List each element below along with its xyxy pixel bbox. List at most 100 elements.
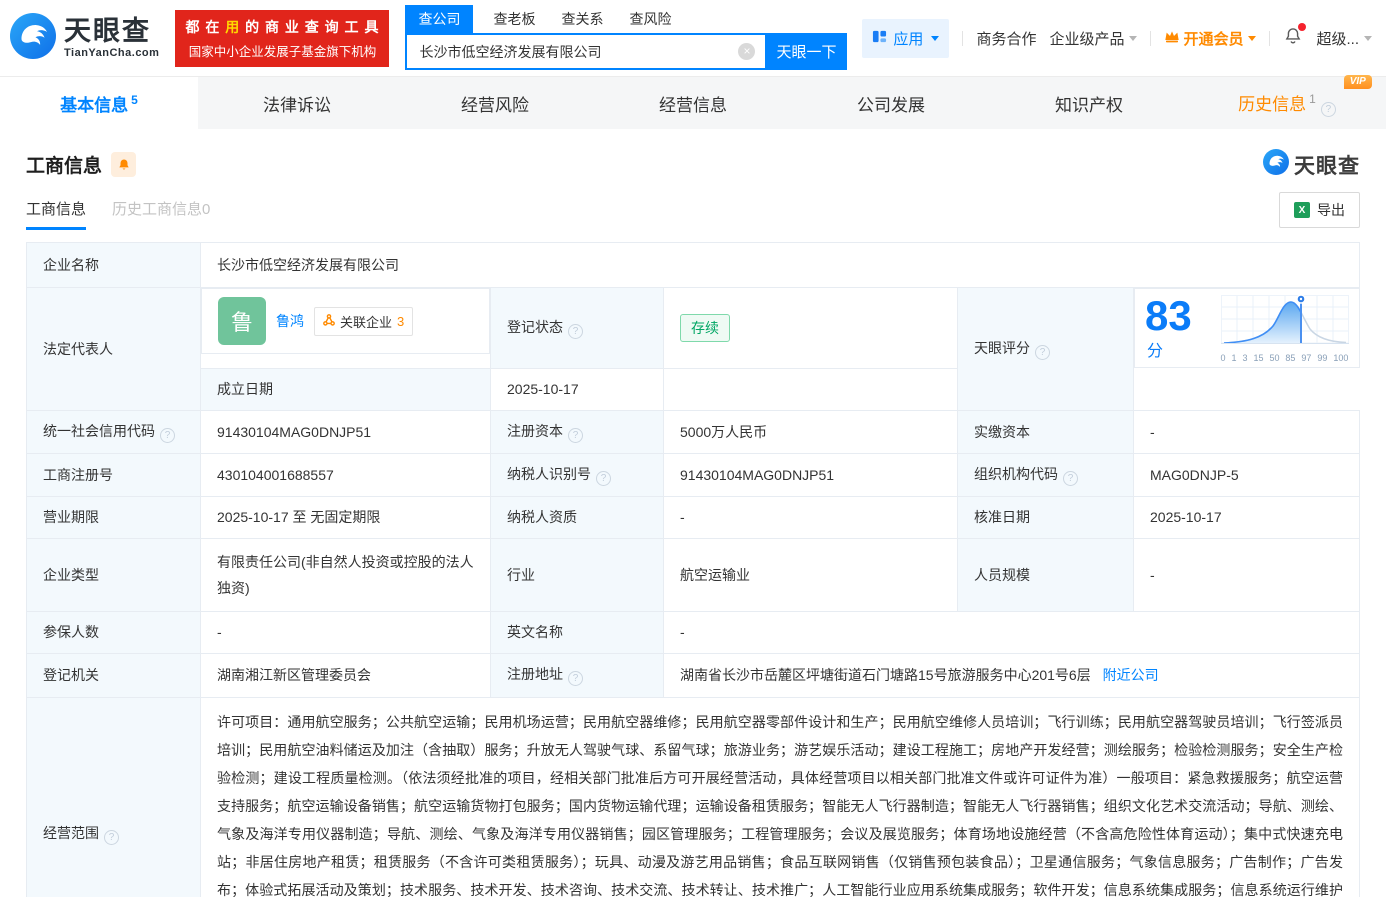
table-row: 企业类型 有限责任公司(非自然人投资或控股的法人独资) 行业 航空运输业 人员规… [26,537,1360,612]
company-name-value: 长沙市低空经济发展有限公司 [200,242,1360,288]
field-label: 纳税人资质 [490,495,664,539]
network-icon [323,313,335,329]
logo-domain: TianYanCha.com [64,46,160,59]
table-row: 法定代表人 鲁 鲁鸿 关联企业 3 登记状态? 存续 天眼评分? 83分 0 1… [26,287,1360,411]
credit-code-value: 91430104MAG0DNJP51 [200,409,491,454]
notification-dot [1298,23,1307,31]
tab-intellectual-property[interactable]: 知识产权 [990,77,1188,129]
help-icon[interactable]: ? [568,427,583,443]
tab-business-info[interactable]: 经营信息 [594,77,792,129]
logo-title: 天眼查 [64,15,151,46]
subtab-history-registration[interactable]: 历史工商信息0 [112,198,210,230]
vip-badge: VIP [1343,74,1372,89]
tab-operating-risk[interactable]: 经营风险 [396,77,594,129]
avatar[interactable]: 鲁 [218,297,266,345]
legal-rep-cell: 鲁 鲁鸿 关联企业 3 [201,288,490,354]
nav-enterprise[interactable]: 企业级产品 [1049,28,1138,49]
help-icon[interactable]: ? [596,470,611,486]
field-label: 企业类型 [26,537,201,612]
tianyancha-wave-icon [1263,149,1289,180]
nearby-companies-link[interactable]: 附近公司 [1103,667,1159,683]
field-label: 企业名称 [26,242,201,288]
reg-address-value: 湖南省长沙市岳麓区坪塘街道石门塘路15号旅游服务中心201号6层 [680,667,1091,683]
help-icon[interactable]: ? [104,829,119,845]
search-input[interactable] [405,33,766,70]
tab-legal-lawsuits[interactable]: 法律诉讼 [198,77,396,129]
search-tab-company[interactable]: 查公司 [405,5,474,33]
help-icon[interactable]: ? [1035,344,1050,360]
help-icon[interactable]: ? [160,427,175,443]
staff-size-value: - [1133,537,1360,612]
help-icon[interactable]: ? [568,671,583,686]
reg-number-value: 430104001688557 [200,452,491,497]
top-header: 天眼查 TianYanCha.com 都 在 用 的 商 业 查 询 工 具 国… [0,0,1386,76]
search-tab-relation[interactable]: 查关系 [561,5,603,33]
help-icon[interactable]: ? [1063,470,1078,486]
field-label: 核准日期 [957,495,1134,539]
search-area: 查公司 查老板 查关系 查风险 × 天眼一下 [405,5,848,70]
excel-icon: X [1294,202,1310,218]
promo-line1: 都 在 用 的 商 业 查 询 工 具 [185,18,380,35]
reg-address-cell: 湖南省长沙市岳麓区坪塘街道石门塘路15号旅游服务中心201号6层 附近公司 [663,652,1360,698]
score-axis-labels: 0 1 3 15 50 85 97 99 100 [1220,353,1349,363]
tab-history-info[interactable]: 历史信息 1? VIP [1188,74,1386,129]
tab-count: 5 [131,92,138,107]
chevron-down-icon [931,35,940,41]
field-label: 登记状态? [490,287,664,369]
tab-basic-info[interactable]: 基本信息 5 [0,77,198,129]
field-label: 注册资本? [490,409,664,454]
section-header: 工商信息 天眼查 [0,129,1386,180]
search-tab-boss[interactable]: 查老板 [493,5,535,33]
paid-capital-value: - [1133,409,1360,454]
field-label: 法定代表人 [26,287,201,411]
org-code-value: MAG0DNJP-5 [1133,452,1360,497]
tab-count: 1 [1309,91,1316,106]
nav-super-vip[interactable]: 超级... [1316,28,1372,49]
field-label: 人员规模 [957,537,1134,612]
industry-value: 航空运输业 [663,537,958,612]
establish-date-value: 2025-10-17 [490,367,664,411]
table-row: 工商注册号 430104001688557 纳税人识别号? 91430104MA… [26,452,1360,497]
business-scope-value: 许可项目：通用航空服务；公共航空运输；民用机场运营；民用航空器维修；民用航空器零… [200,696,1360,897]
search-button[interactable]: 天眼一下 [765,33,848,70]
company-tabbar: 基本信息 5 法律诉讼 经营风险 经营信息 公司发展 知识产权 历史信息 1? VI… [0,74,1386,129]
subtab-row: 工商信息 历史工商信息0 X 导出 [0,192,1386,230]
table-row: 经营范围? 许可项目：通用航空服务；公共航空运输；民用机场运营；民用航空器维修；… [26,696,1360,897]
nav-open-vip[interactable]: 开通会员 [1164,28,1257,49]
related-companies-badge[interactable]: 关联企业 3 [314,306,414,336]
nav-apps[interactable]: 应用 [862,18,950,58]
watermark-text: 天眼查 [1294,154,1360,178]
help-icon[interactable]: ? [1320,101,1336,117]
tianyancha-logo[interactable]: 天眼查 TianYanCha.com [10,12,160,64]
taxpayer-id-value: 91430104MAG0DNJP51 [663,452,958,497]
approval-date-value: 2025-10-17 [1133,495,1360,539]
table-row: 登记机关 湖南湘江新区管理委员会 注册地址? 湖南省长沙市岳麓区坪塘街道石门塘路… [26,652,1360,698]
legal-rep-link[interactable]: 鲁鸿 [276,311,304,331]
score-distribution-chart: 0 1 3 15 50 85 97 99 100 [1220,293,1349,363]
search-tab-risk[interactable]: 查风险 [629,5,671,33]
notifications-bell-icon[interactable] [1283,23,1307,50]
field-label: 实缴资本 [957,409,1134,454]
chevron-down-icon [1129,35,1138,41]
business-term-value: 2025-10-17 至 无固定期限 [200,495,491,539]
subscribe-bell-icon[interactable] [111,152,137,177]
export-button[interactable]: X 导出 [1279,192,1360,228]
crown-icon [1164,29,1180,47]
field-label: 营业期限 [26,495,201,539]
watermark-logo: 天眼查 [1263,149,1360,180]
nav-cooperation[interactable]: 商务合作 [976,28,1036,49]
table-row: 营业期限 2025-10-17 至 无固定期限 纳税人资质 - 核准日期 202… [26,495,1360,539]
subtab-business-registration[interactable]: 工商信息 [26,198,87,230]
tab-company-development[interactable]: 公司发展 [792,77,990,129]
promo-banner: 都 在 用 的 商 业 查 询 工 具 国家中小企业发展子基金旗下机构 [175,9,390,67]
section-title: 工商信息 [26,156,103,177]
divider [962,30,964,46]
search-tabs: 查公司 查老板 查关系 查风险 [405,5,847,33]
reg-status-cell: 存续 [663,287,958,369]
help-icon[interactable]: ? [568,323,583,339]
chevron-down-icon [1248,35,1257,41]
field-label: 统一社会信用代码? [26,409,201,454]
promo-line2: 国家中小企业发展子基金旗下机构 [188,44,377,59]
status-badge: 存续 [680,313,730,342]
tianyancha-wave-icon [10,12,56,64]
